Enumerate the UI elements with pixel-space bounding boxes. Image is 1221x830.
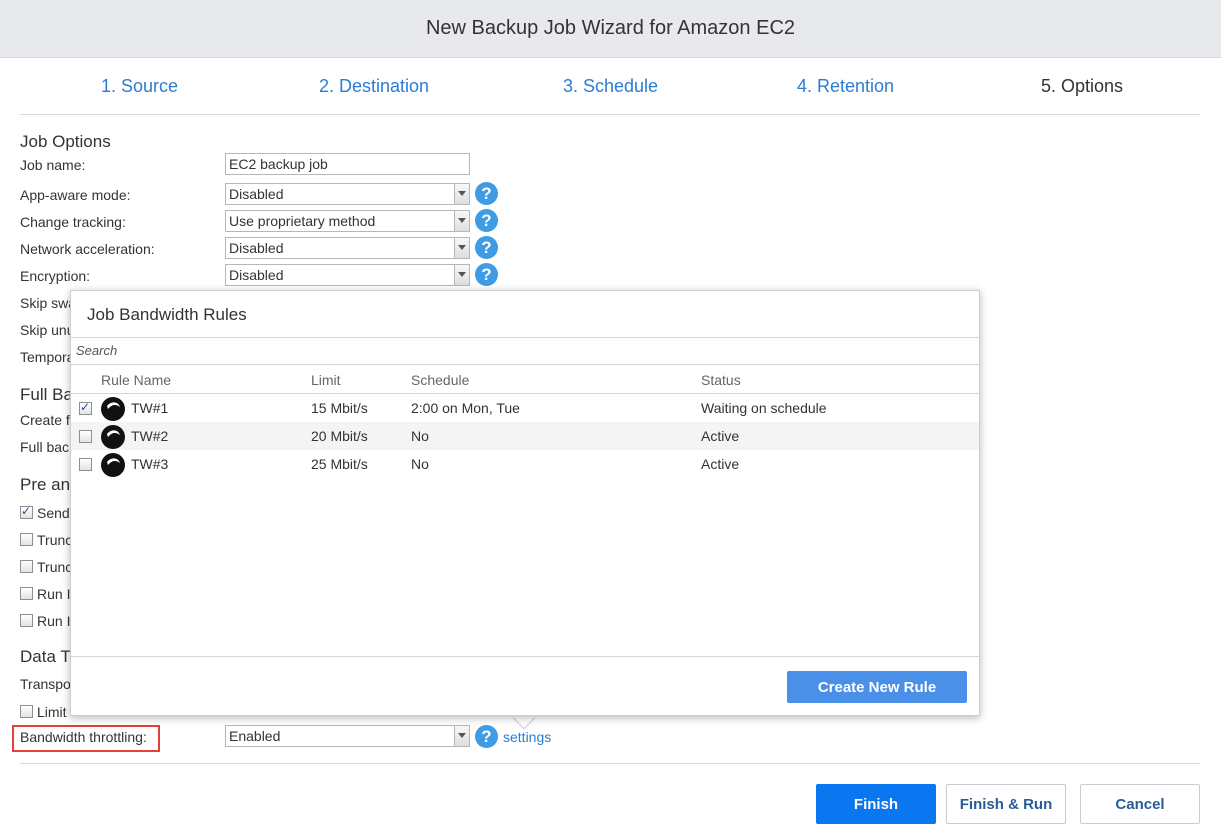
full-backup-title: Full Ba — [20, 385, 73, 404]
bandwidth-throttling-select[interactable]: Enabled — [225, 725, 470, 747]
rule-status: Active — [701, 456, 740, 472]
finish-and-run-button[interactable]: Finish & Run — [946, 784, 1066, 824]
create-full-label: Create f — [20, 412, 70, 428]
job-name-input[interactable]: EC2 backup job — [225, 153, 470, 175]
step-options[interactable]: 5. Options — [1041, 76, 1123, 97]
truncate-checkbox[interactable] — [20, 533, 33, 546]
rule-schedule: 2:00 on Mon, Tue — [411, 400, 520, 416]
chevron-down-icon — [454, 726, 469, 746]
encryption-value: Disabled — [229, 267, 284, 283]
bandwidth-rule-icon — [101, 425, 125, 449]
column-header-schedule[interactable]: Schedule — [411, 372, 469, 388]
help-icon[interactable]: ? — [475, 725, 498, 748]
network-acceleration-label: Network acceleration: — [20, 241, 155, 257]
rule-limit: 25 Mbit/s — [311, 456, 368, 472]
rule-limit: 15 Mbit/s — [311, 400, 368, 416]
table-row[interactable]: TW#2 20 Mbit/s No Active — [71, 422, 979, 450]
step-destination[interactable]: 2. Destination — [319, 76, 429, 97]
column-header-rule-name[interactable]: Rule Name — [101, 372, 171, 388]
truncate-label: Trunc — [37, 559, 73, 575]
rule-name: TW#3 — [131, 456, 169, 472]
send-checkbox[interactable] — [20, 504, 33, 519]
chevron-down-icon — [454, 184, 469, 204]
help-icon[interactable]: ? — [475, 236, 498, 259]
rule-schedule: No — [411, 456, 429, 472]
rule-status: Active — [701, 428, 740, 444]
finish-button[interactable]: Finish — [816, 784, 936, 824]
job-name-label: Job name: — [20, 157, 86, 173]
column-header-status[interactable]: Status — [701, 372, 741, 388]
change-tracking-label: Change tracking: — [20, 214, 126, 230]
rule-schedule: No — [411, 428, 429, 444]
truncate-label: Trunc — [37, 532, 73, 548]
limit-checkbox[interactable] — [20, 705, 33, 718]
help-icon[interactable]: ? — [475, 182, 498, 205]
network-acceleration-select[interactable]: Disabled — [225, 237, 470, 259]
change-tracking-value: Use proprietary method — [229, 213, 376, 229]
cancel-button[interactable]: Cancel — [1080, 784, 1200, 824]
chevron-down-icon — [454, 238, 469, 258]
popup-footer-divider — [71, 656, 979, 657]
app-aware-select[interactable]: Disabled — [225, 183, 470, 205]
app-aware-value: Disabled — [229, 186, 284, 202]
run-checkbox[interactable] — [20, 587, 33, 600]
row-checkbox[interactable] — [79, 458, 92, 471]
step-retention[interactable]: 4. Retention — [797, 76, 894, 97]
bandwidth-rules-popup: Job Bandwidth Rules Search Rule Name Lim… — [70, 290, 980, 716]
create-new-rule-button[interactable]: Create New Rule — [787, 671, 967, 703]
bandwidth-throttling-label: Bandwidth throttling: — [20, 729, 147, 745]
pre-post-title: Pre an — [20, 475, 71, 494]
network-acceleration-value: Disabled — [229, 240, 284, 256]
full-backup-label: Full bac — [20, 439, 70, 455]
run-label: Run I — [37, 586, 71, 602]
footer-divider — [20, 763, 1200, 764]
temporary-label: Tempora — [20, 349, 75, 365]
window-title: New Backup Job Wizard for Amazon EC2 — [0, 0, 1221, 58]
help-icon[interactable]: ? — [475, 209, 498, 232]
column-header-limit[interactable]: Limit — [311, 372, 341, 388]
send-label: Send — [37, 505, 70, 521]
popup-title: Job Bandwidth Rules — [87, 305, 247, 324]
rule-name: TW#1 — [131, 400, 169, 416]
skip-unused-label: Skip unu — [20, 322, 75, 338]
chevron-down-icon — [454, 265, 469, 285]
rule-name: TW#2 — [131, 428, 169, 444]
row-checkbox[interactable] — [79, 430, 92, 443]
step-source[interactable]: 1. Source — [101, 76, 178, 97]
search-input[interactable]: Search — [71, 337, 979, 365]
table-row[interactable]: TW#3 25 Mbit/s No Active — [71, 450, 979, 478]
rule-status: Waiting on schedule — [701, 400, 827, 416]
transport-label: Transpo — [20, 676, 71, 692]
wizard-steps: 1. Source 2. Destination 3. Schedule 4. … — [20, 58, 1200, 115]
limit-label: Limit — [37, 704, 67, 720]
app-aware-label: App-aware mode: — [20, 187, 131, 203]
chevron-down-icon — [454, 211, 469, 231]
row-checkbox[interactable] — [79, 400, 92, 415]
job-options-title: Job Options — [20, 132, 111, 151]
data-transfer-title: Data T — [20, 647, 71, 666]
step-schedule[interactable]: 3. Schedule — [563, 76, 658, 97]
bandwidth-rule-icon — [101, 453, 125, 477]
help-icon[interactable]: ? — [475, 263, 498, 286]
bandwidth-throttling-value: Enabled — [229, 728, 281, 744]
table-row[interactable]: TW#1 15 Mbit/s 2:00 on Mon, Tue Waiting … — [71, 394, 979, 422]
change-tracking-select[interactable]: Use proprietary method — [225, 210, 470, 232]
truncate-checkbox[interactable] — [20, 560, 33, 573]
bandwidth-settings-link[interactable]: settings — [503, 729, 551, 745]
skip-swap-label: Skip swa — [20, 295, 77, 311]
run-checkbox[interactable] — [20, 614, 33, 627]
run-label: Run I — [37, 613, 71, 629]
rule-limit: 20 Mbit/s — [311, 428, 368, 444]
encryption-select[interactable]: Disabled — [225, 264, 470, 286]
encryption-label: Encryption: — [20, 268, 91, 284]
bandwidth-rule-icon — [101, 397, 125, 421]
